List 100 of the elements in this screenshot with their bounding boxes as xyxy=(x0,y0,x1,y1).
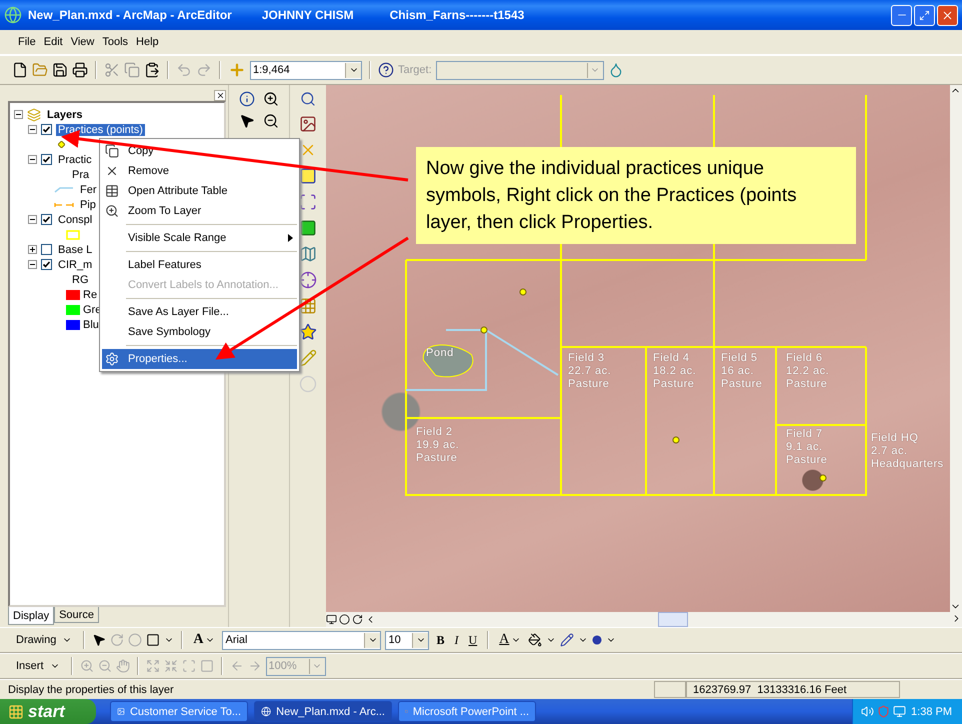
window-title: Chism_Farns-------t1543 xyxy=(390,8,524,22)
expander-icon[interactable] xyxy=(28,260,37,269)
font-field[interactable]: Arial xyxy=(222,630,382,650)
layer-name[interactable]: Practic xyxy=(56,154,94,166)
context-menu-item[interactable]: Save Symbology xyxy=(102,322,297,342)
pointer-icon[interactable] xyxy=(239,113,255,129)
target-label: Target: xyxy=(398,64,432,76)
minimize-button[interactable] xyxy=(891,4,912,26)
data-view-icon[interactable] xyxy=(339,614,350,625)
context-menu-item[interactable]: Label Features xyxy=(102,255,297,275)
menu-item[interactable]: Edit xyxy=(40,36,67,48)
font-size-field[interactable]: 10 xyxy=(385,630,430,650)
legend-label: RG xyxy=(71,274,90,286)
zoom-out-icon[interactable] xyxy=(263,113,279,129)
pencil-icon[interactable] xyxy=(299,349,317,367)
app-globe-icon xyxy=(4,6,22,24)
layer-name[interactable]: CIR_m xyxy=(56,258,94,270)
menu-item-icon xyxy=(105,352,119,366)
fill-color-icon[interactable] xyxy=(528,633,542,647)
taskbar-button[interactable]: Customer Service To... xyxy=(110,701,248,722)
network-icon[interactable] xyxy=(893,705,906,718)
new-document-icon[interactable] xyxy=(12,62,28,78)
drawing-menu-button[interactable]: Drawing xyxy=(12,634,76,646)
search-icon[interactable] xyxy=(300,91,316,107)
layout-view-icon[interactable] xyxy=(326,614,337,625)
layer-name[interactable]: Conspl xyxy=(56,214,94,226)
context-menu-item[interactable]: Properties... xyxy=(102,349,297,369)
menu-item-icon xyxy=(105,164,119,178)
menu-item[interactable]: File xyxy=(14,36,40,48)
window-title: New_Plan.mxd - ArcMap - ArcEditor xyxy=(28,8,232,22)
line-color-icon[interactable] xyxy=(560,633,574,647)
restore-button[interactable] xyxy=(914,4,935,26)
whats-this-icon[interactable] xyxy=(378,62,394,78)
tree-root-label[interactable]: Layers xyxy=(45,108,84,120)
taskbar-button[interactable]: New_Plan.mxd - Arc... xyxy=(254,701,392,722)
layer-name[interactable]: Practices (points) xyxy=(56,124,145,136)
panel-tab[interactable]: Display xyxy=(8,607,54,625)
checkbox[interactable] xyxy=(41,154,52,165)
expander-icon[interactable] xyxy=(28,215,37,224)
map-label: Field 3 22.7 ac. Pasture xyxy=(568,352,612,391)
menu-item[interactable]: Help xyxy=(132,36,163,48)
star-icon[interactable] xyxy=(299,323,317,341)
expander-icon[interactable] xyxy=(28,245,37,254)
context-menu-item[interactable]: Visible Scale Range xyxy=(102,228,297,248)
context-menu-item[interactable]: Remove xyxy=(102,161,297,181)
scrollbar-thumb[interactable] xyxy=(658,612,688,627)
text-tool-button[interactable]: A xyxy=(190,632,218,648)
close-button[interactable] xyxy=(937,4,958,26)
square-icon[interactable] xyxy=(299,219,317,237)
map-icon[interactable] xyxy=(299,245,317,263)
crosshair-icon[interactable] xyxy=(299,271,317,289)
context-menu-item[interactable]: Save As Layer File... xyxy=(102,302,297,322)
expander-icon[interactable] xyxy=(14,110,23,119)
expander-icon[interactable] xyxy=(28,125,37,134)
paste-icon[interactable] xyxy=(144,62,160,78)
map-label: Pond xyxy=(426,347,454,360)
refresh-icon[interactable] xyxy=(352,614,363,625)
scale-field[interactable]: 1:9,464 xyxy=(250,60,362,80)
legend-label: Pra xyxy=(71,168,90,180)
picture-icon[interactable] xyxy=(299,115,317,133)
speaker-icon[interactable] xyxy=(861,705,874,718)
marker-color-icon[interactable] xyxy=(592,635,602,645)
identify-icon[interactable] xyxy=(239,91,255,107)
start-button[interactable]: start xyxy=(0,699,96,724)
insert-menu-button[interactable]: Insert xyxy=(12,660,64,672)
map-label: Field 7 9.1 ac. Pasture xyxy=(786,428,828,467)
globe-icon xyxy=(261,705,272,718)
map-label: Field 6 12.2 ac. Pasture xyxy=(786,352,830,391)
print-icon[interactable] xyxy=(72,62,88,78)
zoom-in-icon[interactable] xyxy=(263,91,279,107)
checkbox[interactable] xyxy=(41,244,52,255)
legend-label: Re xyxy=(82,288,98,300)
checkbox[interactable] xyxy=(41,214,52,225)
save-icon[interactable] xyxy=(52,62,68,78)
select-elements-icon[interactable] xyxy=(92,633,106,647)
grid-icon[interactable] xyxy=(299,297,317,315)
context-menu-item[interactable]: Zoom To Layer xyxy=(102,201,297,221)
layers-icon xyxy=(27,108,41,122)
text-style-button[interactable]: U xyxy=(466,632,480,648)
menu-item-icon xyxy=(105,144,119,158)
menu-item[interactable]: View xyxy=(66,36,98,48)
rectangle-icon[interactable] xyxy=(146,633,160,647)
restore-icon[interactable] xyxy=(919,10,930,20)
context-menu-item[interactable]: Open Attribute Table xyxy=(102,181,297,201)
menu-item-icon xyxy=(105,204,119,218)
layer-name[interactable]: Base L xyxy=(56,244,94,256)
callout-note: Now give the individual practices unique symbols, Right click on the Practices (points layer, then click Properties. xyxy=(416,147,856,244)
taskbar-button[interactable]: Microsoft PowerPoint ... xyxy=(398,701,536,722)
expander-icon[interactable] xyxy=(28,155,37,164)
checkbox[interactable] xyxy=(41,259,52,270)
frame-icon[interactable] xyxy=(299,193,317,211)
coordinates-readout: 1623769.97 13133316.16 Feet xyxy=(686,681,900,698)
map-label: Field 4 18.2 ac. Pasture xyxy=(653,352,696,391)
panel-tab[interactable]: Source xyxy=(54,607,99,623)
menu-item[interactable]: Tools xyxy=(98,36,132,48)
square-icon[interactable] xyxy=(299,167,317,185)
text-style-button[interactable]: B xyxy=(433,632,448,648)
text-style-button[interactable]: I xyxy=(452,632,462,648)
checkbox[interactable] xyxy=(41,124,52,135)
font-color-button[interactable]: A xyxy=(496,632,524,648)
